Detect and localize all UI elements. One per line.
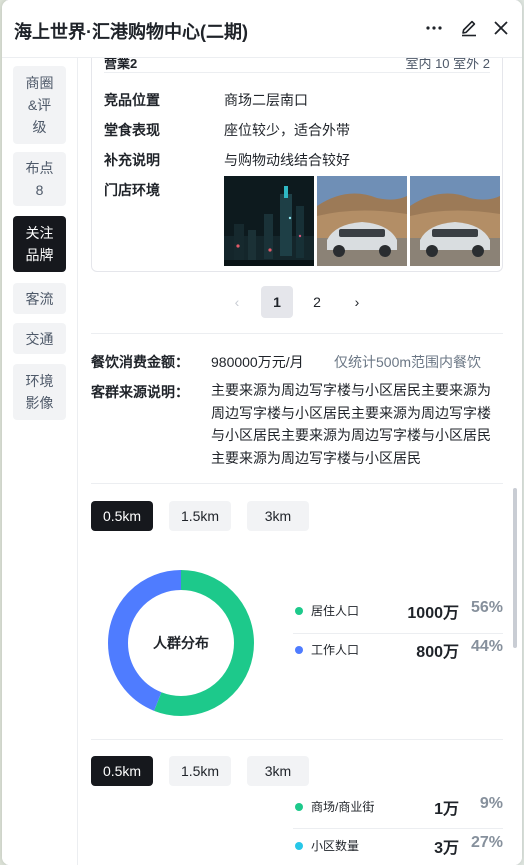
main-content[interactable]: 营業2 室内 10 室外 2 竞品位置 商场二层南口 堂食表现 座位较少，适合外… — [79, 58, 522, 865]
sidebar-item-district-rating[interactable]: 商圈&评级 — [13, 66, 66, 144]
sidebar-item-label: 商圈&评级 — [25, 75, 54, 135]
catering-spend-value: 980000万元/月 — [211, 354, 304, 370]
sidebar-item-label: 布点8 — [25, 160, 54, 198]
divider — [293, 828, 503, 829]
competitor-location-label: 竞品位置 — [104, 92, 160, 108]
catering-spend-label: 餐饮消费金额： — [91, 354, 189, 370]
divider — [91, 483, 503, 484]
page-title: 海上世界·汇港购物中心(二期) — [14, 22, 248, 42]
page-2-button[interactable]: 2 — [301, 286, 333, 318]
legend-item-communities: 小区数量 3万 27% — [293, 832, 503, 862]
store-photo-car-2[interactable] — [410, 176, 500, 266]
range-tab-1-5km[interactable]: 1.5km — [169, 501, 231, 531]
legend-name: 小区数量 — [311, 839, 360, 853]
customer-source-label: 客群来源说明： — [91, 384, 189, 400]
legend-value: 1000万 — [407, 605, 459, 622]
sidebar-item-environment-images[interactable]: 环境影像 — [13, 364, 66, 420]
sidebar-item-label: 客流 — [25, 290, 54, 307]
description-line: 与小区居民主要来源为周边写字楼与小区居民 — [211, 427, 491, 443]
edit-icon[interactable] — [458, 17, 480, 39]
dine-in-label: 堂食表现 — [104, 122, 160, 138]
range-tab-0-5km[interactable]: 0.5km — [91, 501, 153, 531]
extra-note-value: 与购物动线结合较好 — [224, 152, 350, 168]
legend-value: 800万 — [416, 644, 459, 661]
legend-percent: 44% — [470, 638, 503, 655]
legend-name: 居住人口 — [311, 604, 360, 618]
sidebar-nav: 商圈&评级 布点8 关注品牌 客流 交通 环境影像 — [2, 58, 78, 865]
dine-in-value: 座位较少，适合外带 — [224, 122, 350, 138]
legend-percent: 9% — [479, 795, 503, 812]
catering-spend-note: 仅统计500m范围内餐饮 — [334, 354, 482, 370]
next-page-button[interactable]: › — [341, 286, 373, 318]
description-line: 主要来源为周边写字楼与小区居民 — [211, 449, 421, 466]
sidebar-item-transport[interactable]: 交通 — [13, 323, 66, 354]
scrollbar[interactable] — [513, 488, 517, 648]
sidebar-item-label: 交通 — [25, 330, 54, 347]
description-line: 主要来源为周边写字楼与小区居民主要来源为 — [211, 382, 491, 398]
divider — [91, 739, 503, 740]
page-1-button[interactable]: 1 — [261, 286, 293, 318]
sidebar-item-store-points[interactable]: 布点8 — [13, 152, 66, 206]
store-photo-car-1[interactable] — [317, 176, 407, 266]
store-environment-label: 门店环境 — [104, 182, 160, 198]
legend-item-residents: 居住人口 1000万 56% — [293, 597, 503, 627]
legend-value: 3万 — [434, 840, 459, 857]
legend-value: 1万 — [434, 801, 459, 818]
sidebar-item-label: 环境影像 — [25, 373, 54, 411]
store-photo-night-city[interactable] — [224, 176, 314, 266]
customer-source-description: 主要来源为周边写字楼与小区居民主要来源为 周边写字楼与小区居民主要来源为周边写字… — [211, 379, 501, 469]
divider — [91, 333, 503, 334]
card-top-counts: 室内 10 室外 2 — [405, 58, 490, 71]
legend-name: 工作人口 — [311, 643, 360, 657]
range-tab-3km[interactable]: 3km — [247, 756, 309, 786]
pagination: ‹ 1 2 › — [79, 284, 522, 318]
brand-card: 营業2 室内 10 室外 2 竞品位置 商场二层南口 堂食表现 座位较少，适合外… — [91, 58, 503, 272]
legend-percent: 27% — [470, 834, 503, 851]
legend-dot — [295, 607, 303, 615]
detail-panel: 海上世界·汇港购物中心(二期) 商圈&评级 布点8 关注品牌 客流 交通 环境影… — [2, 0, 522, 865]
range-tab-0-5km[interactable]: 0.5km — [91, 756, 153, 786]
sidebar-item-followed-brands[interactable]: 关注品牌 — [13, 216, 66, 272]
divider — [104, 72, 490, 73]
competitor-location-value: 商场二层南口 — [224, 92, 308, 108]
legend-item-malls: 商场/商业街 1万 9% — [293, 793, 503, 823]
legend-dot — [295, 803, 303, 811]
legend-dot — [295, 842, 303, 850]
sidebar-item-traffic-flow[interactable]: 客流 — [13, 283, 66, 314]
more-icon[interactable] — [423, 17, 445, 39]
divider — [293, 633, 503, 634]
legend-item-workers: 工作人口 800万 44% — [293, 636, 503, 666]
legend-name: 商场/商业街 — [311, 800, 375, 814]
panel-header: 海上世界·汇港购物中心(二期) — [2, 0, 522, 58]
legend-dot — [295, 646, 303, 654]
close-icon[interactable] — [490, 17, 512, 39]
range-tab-3km[interactable]: 3km — [247, 501, 309, 531]
extra-note-label: 补充说明 — [104, 152, 160, 168]
legend-percent: 56% — [470, 599, 503, 616]
range-tab-1-5km[interactable]: 1.5km — [169, 756, 231, 786]
prev-page-button[interactable]: ‹ — [221, 286, 253, 318]
donut-center-label: 人群分布 — [153, 635, 209, 651]
sidebar-item-label: 关注品牌 — [25, 225, 54, 263]
card-top-title: 营業2 — [104, 58, 138, 71]
description-line: 周边写字楼与小区居民主要来源为周边写字楼 — [211, 404, 491, 421]
